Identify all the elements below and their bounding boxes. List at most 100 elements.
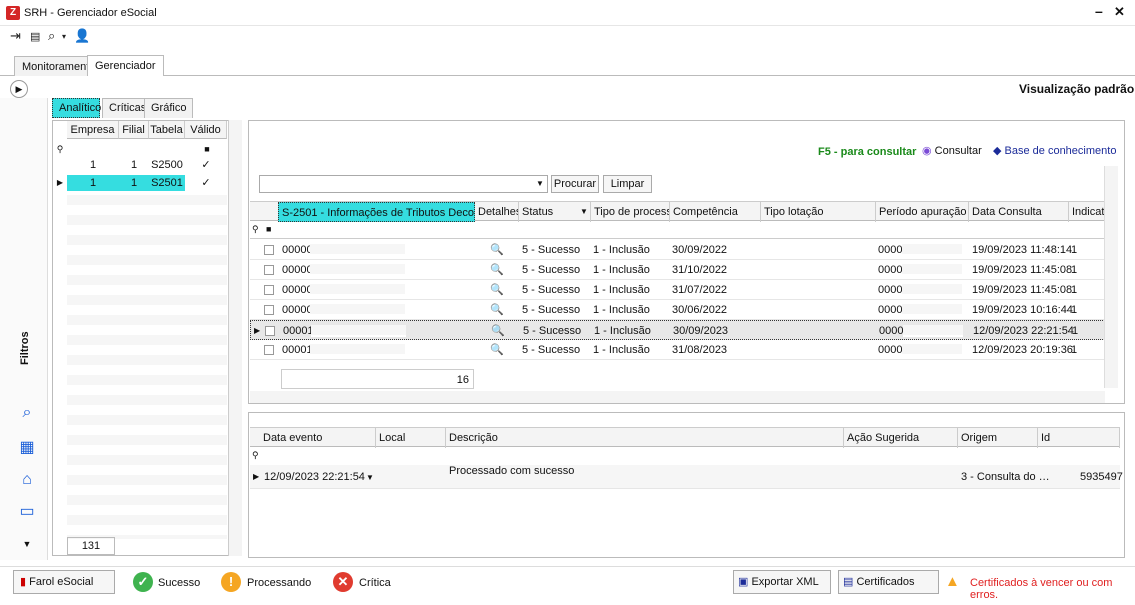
- tab-gerenciador[interactable]: Gerenciador: [87, 55, 164, 76]
- table-row[interactable]: 00000 🔍 5 - Sucesso 1 - Inclusão 30/06/2…: [250, 300, 1105, 320]
- search-icon[interactable]: ⌕: [48, 28, 55, 44]
- expand-panel-button[interactable]: ▶: [10, 80, 28, 98]
- col-indicativ[interactable]: Indicativ: [1069, 202, 1105, 222]
- row-checkbox[interactable]: [264, 245, 274, 255]
- details-icon[interactable]: 🔍: [490, 280, 504, 300]
- col-s2501[interactable]: S-2501 - Informações de Tributos Decorre…: [278, 202, 475, 222]
- col-acao-sugerida[interactable]: Ação Sugerida: [844, 428, 958, 448]
- details-icon[interactable]: 🔍: [490, 300, 504, 320]
- col-local[interactable]: Local: [376, 428, 446, 448]
- col-detalhes[interactable]: Detalhes: [475, 202, 519, 222]
- col-origem[interactable]: Origem: [958, 428, 1038, 448]
- film-icon[interactable]: ▦: [18, 439, 36, 457]
- cell-empresa[interactable]: 1: [67, 157, 119, 173]
- table-row[interactable]: 00000 🔍 5 - Sucesso 1 - Inclusão 31/10/2…: [250, 260, 1105, 280]
- chevron-down-icon[interactable]: ▼: [18, 535, 36, 553]
- col-data-consulta[interactable]: Data Consulta: [969, 202, 1069, 222]
- monitor-icon[interactable]: ▭: [18, 503, 36, 521]
- certificados-button[interactable]: ▤ Certificados: [838, 570, 939, 594]
- col-data-evento[interactable]: Data evento: [260, 428, 376, 448]
- cell-empresa[interactable]: 1: [67, 175, 119, 191]
- exit-icon[interactable]: ⇥: [10, 28, 21, 44]
- redacted: [902, 344, 962, 356]
- exportar-xml-button[interactable]: ▣ Exportar XML: [733, 570, 831, 594]
- chevron-down-icon[interactable]: ▼: [536, 179, 544, 188]
- cell-tabela[interactable]: S2501: [149, 175, 185, 191]
- redacted: [310, 304, 405, 316]
- col-empresa[interactable]: Empresa: [67, 121, 119, 139]
- procurar-button[interactable]: Procurar: [551, 175, 599, 193]
- cell-valido[interactable]: ✓: [185, 175, 227, 191]
- row-checkbox[interactable]: [264, 285, 274, 295]
- cell-valido[interactable]: ✓: [185, 157, 227, 173]
- tab-grafico[interactable]: Gráfico: [144, 98, 194, 118]
- card-icon[interactable]: ▤: [30, 30, 40, 43]
- col-descricao[interactable]: Descrição: [446, 428, 844, 448]
- details-icon[interactable]: 🔍: [491, 321, 505, 341]
- col-tabela[interactable]: Tabela: [149, 121, 185, 139]
- tab-analitico[interactable]: Analítico: [52, 98, 101, 118]
- col-competencia[interactable]: Competência: [670, 202, 761, 222]
- cell-tabela[interactable]: S2500: [149, 157, 185, 173]
- app-icon: Z: [6, 6, 20, 20]
- filtros-label[interactable]: Filtros: [19, 331, 31, 365]
- row-pointer-icon: ▶: [253, 472, 260, 481]
- table-row[interactable]: 00000 🔍 5 - Sucesso 1 - Inclusão 31/07/2…: [250, 280, 1105, 300]
- limpar-button[interactable]: Limpar: [603, 175, 652, 193]
- certificados-warning: Certificados à vencer ou com erros.: [970, 577, 1113, 601]
- row-checkbox[interactable]: [264, 265, 274, 275]
- minimize-button[interactable]: –: [1095, 3, 1103, 19]
- row-checkbox[interactable]: [264, 345, 274, 355]
- row-checkbox[interactable]: [265, 326, 275, 336]
- table-row[interactable]: 00001 🔍 5 - Sucesso 1 - Inclusão 31/08/2…: [250, 340, 1105, 360]
- cell-competencia: 30/09/2023: [673, 325, 729, 337]
- user-icon[interactable]: 👤: [74, 28, 90, 44]
- cell-data: 19/09/2023 11:45:08: [972, 284, 1073, 296]
- details-icon[interactable]: 🔍: [490, 340, 504, 360]
- col-id[interactable]: Id: [1038, 428, 1120, 448]
- search-input[interactable]: [259, 175, 548, 193]
- row-pointer-icon: ▶: [56, 178, 64, 187]
- redacted: [902, 284, 962, 296]
- traffic-light-icon: ▮: [20, 576, 27, 588]
- cell-filial[interactable]: 1: [119, 157, 149, 173]
- cell-filial[interactable]: 1: [119, 175, 149, 191]
- consultar-button[interactable]: ◉ Consultar: [922, 144, 982, 157]
- base-conhecimento-link[interactable]: ◆ Base de conhecimento: [993, 144, 1116, 157]
- col-valido[interactable]: Válido: [185, 121, 227, 139]
- cell-tipo: 1 - Inclusão: [594, 325, 651, 337]
- search-icon[interactable]: ⌕: [18, 404, 36, 422]
- col-tipo-lotacao[interactable]: Tipo lotação: [761, 202, 876, 222]
- cell-ind: 1: [1071, 244, 1078, 256]
- checkbox-filter[interactable]: ■: [266, 224, 271, 234]
- cell-tipo: 1 - Inclusão: [593, 244, 650, 256]
- cell-tipo: 1 - Inclusão: [593, 264, 650, 276]
- col-periodo-apuracao[interactable]: Período apuração: [876, 202, 969, 222]
- details-icon[interactable]: 🔍: [490, 240, 504, 260]
- chevron-down-icon[interactable]: ▼: [366, 473, 374, 482]
- cell-data: 19/09/2023 11:45:08: [972, 264, 1073, 276]
- col-filial[interactable]: Filial: [119, 121, 149, 139]
- detail-row[interactable]: ▶ 12/09/2023 22:21:54 ▼ Processado com s…: [250, 465, 1123, 489]
- row-checkbox[interactable]: [264, 305, 274, 315]
- left-scrollbar[interactable]: [228, 120, 242, 556]
- sort-icon[interactable]: ▼: [580, 207, 588, 216]
- cell-tipo: 1 - Inclusão: [593, 344, 650, 356]
- col-tipo-processo[interactable]: Tipo de processo: [591, 202, 670, 222]
- details-icon[interactable]: 🔍: [490, 260, 504, 280]
- table-row-selected[interactable]: ▶ 00001 🔍 5 - Sucesso 1 - Inclusão 30/09…: [250, 320, 1105, 340]
- close-button[interactable]: ✕: [1114, 4, 1125, 20]
- certificate-icon: ▤: [843, 576, 854, 588]
- grid-vscrollbar[interactable]: [1104, 166, 1118, 388]
- home-icon[interactable]: ⌂: [18, 471, 36, 489]
- cell-data: 12/09/2023 20:19:36: [972, 344, 1073, 356]
- chevron-down-icon[interactable]: ▾: [62, 32, 66, 41]
- cell-ind: 1: [1071, 304, 1078, 316]
- base-label: Base de conhecimento: [1004, 145, 1117, 157]
- knowledge-icon: ◆: [993, 145, 1002, 157]
- table-row[interactable]: 00000 🔍 5 - Sucesso 1 - Inclusão 30/09/2…: [250, 240, 1105, 260]
- grid-hscrollbar[interactable]: [250, 391, 1105, 403]
- farol-esocial-button[interactable]: ▮ Farol eSocial: [13, 570, 115, 594]
- grid-header: S-2501 - Informações de Tributos Decorre…: [250, 201, 1105, 222]
- checkbox-filter[interactable]: ■: [201, 141, 213, 157]
